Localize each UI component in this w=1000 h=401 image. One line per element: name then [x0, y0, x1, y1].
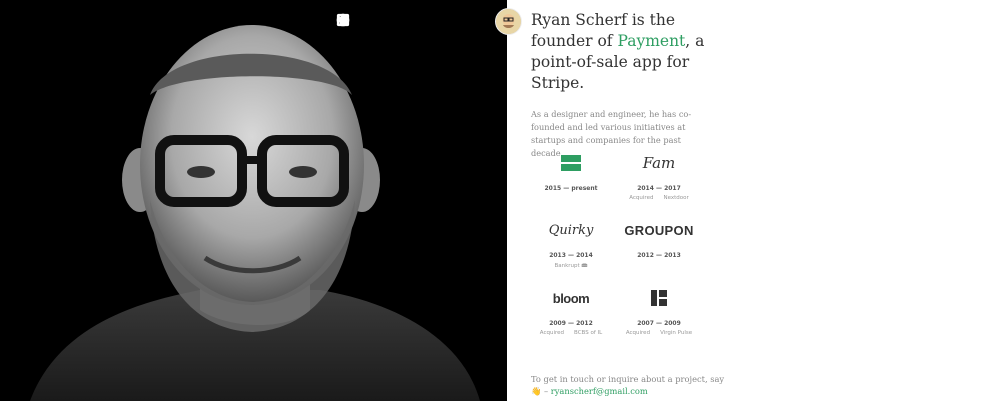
company-years: 2015 — present: [544, 185, 598, 192]
company-bloom[interactable]: bloom 2009 — 2012 Acquired BCBS of IL: [531, 285, 611, 337]
twitter-icon[interactable]: [336, 13, 476, 28]
hubs-logo-icon: [619, 285, 699, 311]
avatar: [495, 8, 522, 35]
angellist-icon[interactable]: [338, 13, 376, 28]
company-years: 2014 — 2017: [637, 185, 681, 192]
instagram-icon[interactable]: [337, 13, 451, 28]
company-payment[interactable]: 2015 — present: [531, 150, 611, 192]
company-groupon[interactable]: GROUPON 2012 — 2013: [619, 217, 699, 260]
intro-section: Ryan Scherf is the founder of Payment, a…: [531, 0, 971, 160]
company-meta: Acquired Virgin Pulse: [625, 330, 693, 336]
groupon-logo: GROUPON: [624, 222, 694, 238]
quirky-logo: Quirky: [548, 222, 594, 238]
portrait-illustration: [30, 25, 480, 401]
company-virgin[interactable]: 2007 — 2009 Acquired Virgin Pulse: [619, 285, 699, 336]
headline: Ryan Scherf is the founder of Payment, a…: [531, 10, 706, 94]
company-meta: Acquired Nextdoor: [629, 195, 689, 201]
company-years: 2007 — 2009: [637, 320, 681, 327]
company-years: 2009 — 2012: [549, 320, 593, 327]
company-meta: Acquired BCBS of IL: [539, 330, 603, 336]
company-meta: Bankrupt 📾: [554, 263, 588, 269]
dribbble-icon[interactable]: [336, 13, 401, 28]
company-fam[interactable]: Fam 2014 — 2017 Acquired Nextdoor: [619, 150, 699, 201]
social-links: [336, 13, 476, 28]
company-quirky[interactable]: Quirky 2013 — 2014 Bankrupt 📾: [531, 217, 611, 271]
company-years: 2012 — 2013: [637, 252, 681, 259]
company-years: 2013 — 2014: [549, 252, 593, 259]
contact-section: To get in touch or inquire about a proje…: [531, 373, 731, 397]
github-icon[interactable]: [336, 13, 426, 28]
portrait-photo: [0, 0, 507, 401]
email-link[interactable]: ryanscherf@gmail.com: [551, 386, 648, 396]
bloom-logo: bloom: [552, 290, 590, 306]
fam-logo: Fam: [642, 154, 676, 172]
payment-logo-icon: [531, 150, 611, 176]
payment-link[interactable]: Payment: [617, 32, 685, 50]
